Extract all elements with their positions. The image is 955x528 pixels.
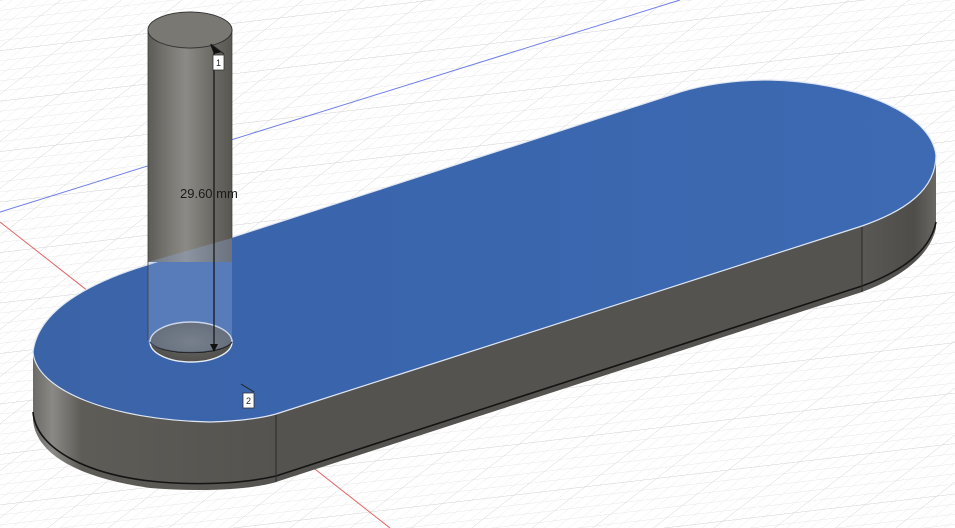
model-canvas[interactable]: 29.60 mm 1 2	[0, 0, 955, 528]
measurement-value: 29.60 mm	[180, 186, 238, 201]
marker-2-label: 2	[246, 396, 251, 406]
cylinder-top-highlight	[148, 12, 232, 48]
3d-viewport[interactable]: 29.60 mm 1 2	[0, 0, 955, 528]
marker-1-label: 1	[216, 58, 221, 68]
